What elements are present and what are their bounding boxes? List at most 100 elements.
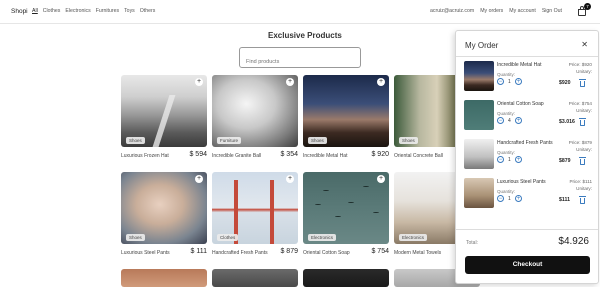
order-item-name: Luxurious Steel Pants (497, 179, 546, 185)
plus-icon[interactable]: + (195, 175, 203, 183)
order-item-qty: 1 (508, 196, 511, 202)
plus-icon[interactable]: + (286, 78, 294, 86)
cart-count-badge: 7 (584, 3, 591, 10)
plus-icon[interactable]: + (515, 195, 522, 202)
product-name: Oriental Cotton Soap (303, 250, 350, 256)
quantity-label: Quantity: (497, 150, 516, 155)
order-item-image (464, 61, 494, 91)
total-label: Total: (466, 240, 478, 246)
plus-icon[interactable]: + (515, 156, 522, 163)
product-name: Oriental Concrete Ball (394, 153, 443, 159)
plus-icon[interactable]: + (195, 78, 203, 86)
category-badge: Shoes (308, 137, 327, 144)
order-item-total: $879 (559, 158, 571, 164)
order-item-price: Price: $754 (568, 101, 592, 106)
page-title: Exclusive Products (268, 31, 342, 40)
product-card[interactable] (121, 269, 207, 287)
plus-icon[interactable]: + (377, 78, 385, 86)
product-image[interactable] (121, 269, 207, 287)
product-card[interactable] (212, 269, 298, 287)
nav-my-orders[interactable]: My orders (480, 8, 503, 14)
nav-category-others[interactable]: Others (140, 8, 156, 14)
order-item: Oriental Cotton Soap Quantity: − 4 + Pri… (464, 100, 592, 138)
category-nav: All Clothes Electronics Furnitures Toys … (32, 8, 155, 14)
my-order-panel: My Order ✕ Incredible Metal Hat Quantity… (455, 30, 599, 284)
trash-icon[interactable] (579, 118, 586, 126)
order-item-qty: 4 (508, 118, 511, 124)
product-price: $ 111 (190, 248, 207, 255)
panel-title: My Order (465, 41, 499, 50)
minus-icon[interactable]: − (497, 156, 504, 163)
order-item-qty: 1 (508, 79, 511, 85)
category-badge: Clothes (217, 234, 239, 241)
trash-icon[interactable] (579, 196, 586, 204)
product-name: Luxurious Frozen Hat (121, 153, 169, 159)
nav-category-furnitures[interactable]: Furnitures (96, 8, 119, 14)
nav-category-electronics[interactable]: Electronics (65, 8, 90, 14)
product-card[interactable] (303, 269, 389, 287)
order-item-name: Oriental Cotton Soap (497, 101, 544, 107)
product-name: Incredible Metal Hat (303, 153, 348, 159)
product-name: Modern Metal Towels (394, 250, 442, 256)
trash-icon[interactable] (579, 79, 586, 87)
category-badge: Shoes (126, 234, 145, 241)
plus-icon[interactable]: + (515, 78, 522, 85)
order-item-total: $920 (559, 80, 571, 86)
order-item-price: Price: $879 (568, 140, 592, 145)
close-icon[interactable]: ✕ (581, 40, 588, 49)
order-item-name: Incredible Metal Hat (497, 62, 542, 68)
order-item-unitary: Unitary: (576, 69, 592, 74)
product-name: Incredible Granite Ball (212, 153, 262, 159)
category-badge: Electronics (308, 234, 337, 241)
order-item-price: Price: $111 (569, 179, 592, 184)
product-price: $ 354 (280, 151, 298, 158)
product-image[interactable] (303, 269, 389, 287)
category-badge: Shoes (399, 137, 418, 144)
category-badge: Shoes (126, 137, 145, 144)
nav-category-all[interactable]: All (32, 8, 38, 14)
quantity-label: Quantity: (497, 72, 516, 77)
product-price: $ 754 (371, 248, 389, 255)
category-badge: Electronics (399, 234, 428, 241)
order-item-name: Handcrafted Fresh Pants (497, 140, 553, 146)
product-name: Handcrafted Fresh Pants (212, 250, 268, 256)
order-item-total: $3.016 (559, 119, 575, 125)
order-item-unitary: Unitary: (576, 186, 592, 191)
total-value: $4.926 (558, 236, 589, 247)
plus-icon[interactable]: + (515, 117, 522, 124)
divider (456, 229, 598, 230)
nav-sign-out[interactable]: Sign Out (542, 8, 562, 14)
product-image[interactable] (212, 269, 298, 287)
quantity-label: Quantity: (497, 111, 516, 116)
brand-logo[interactable]: Shopi (11, 8, 28, 15)
divider (456, 56, 598, 57)
product-price: $ 920 (371, 151, 389, 158)
minus-icon[interactable]: − (497, 195, 504, 202)
nav-category-clothes[interactable]: Clothes (43, 8, 61, 14)
search-input[interactable] (239, 47, 361, 68)
order-item: Luxurious Steel Pants Quantity: − 1 + Pr… (464, 178, 592, 216)
top-navbar: Shopi All Clothes Electronics Furnitures… (0, 0, 600, 24)
checkout-button[interactable]: Checkout (465, 256, 590, 274)
product-name: Luxurious Steel Pants (121, 250, 170, 256)
order-item-image (464, 139, 494, 169)
order-item: Handcrafted Fresh Pants Quantity: − 1 + … (464, 139, 592, 177)
nav-category-toys[interactable]: Toys (124, 8, 135, 14)
order-item-unitary: Unitary: (576, 147, 592, 152)
minus-icon[interactable]: − (497, 78, 504, 85)
order-item-qty: 1 (508, 157, 511, 163)
order-item-total: $111 (559, 197, 570, 203)
trash-icon[interactable] (579, 157, 586, 165)
user-email: acruiz@acruiz.com (430, 8, 475, 14)
order-item-image (464, 178, 494, 208)
order-item-image (464, 100, 494, 130)
account-nav: acruiz@acruiz.com My orders My account S… (430, 8, 562, 14)
category-badge: Furniture (217, 137, 242, 144)
minus-icon[interactable]: − (497, 117, 504, 124)
quantity-label: Quantity: (497, 189, 516, 194)
plus-icon[interactable]: + (377, 175, 385, 183)
shopping-bag-icon[interactable]: 7 (577, 3, 591, 16)
order-item-unitary: Unitary: (576, 108, 592, 113)
plus-icon[interactable]: + (286, 175, 294, 183)
nav-my-account[interactable]: My account (509, 8, 536, 14)
